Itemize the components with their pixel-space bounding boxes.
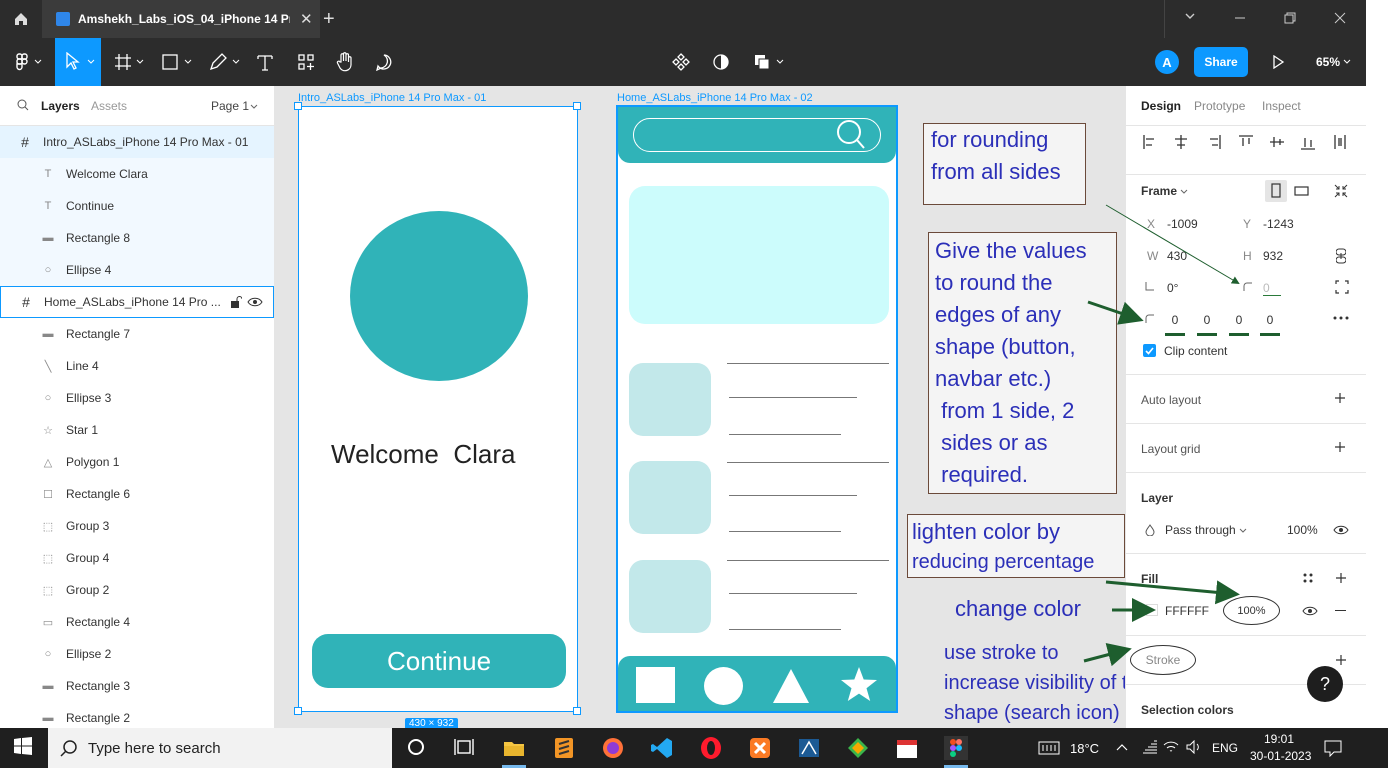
taskbar-search[interactable]: Type here to search bbox=[48, 728, 392, 768]
arrow bbox=[1105, 204, 1240, 285]
arrow bbox=[1083, 642, 1132, 667]
clock-time[interactable]: 19:01 bbox=[1264, 732, 1294, 746]
firefox-icon[interactable] bbox=[601, 736, 625, 760]
figma-icon[interactable] bbox=[944, 736, 968, 760]
cortana-icon[interactable] bbox=[405, 736, 429, 760]
app-icon[interactable] bbox=[846, 736, 870, 760]
language-indicator[interactable]: ENG bbox=[1212, 741, 1238, 755]
search-placeholder: Type here to search bbox=[88, 739, 221, 757]
sublime-icon[interactable] bbox=[552, 736, 576, 760]
app-icon[interactable] bbox=[797, 736, 821, 760]
annotation-arrows bbox=[1083, 204, 1240, 667]
vscode-icon[interactable] bbox=[650, 736, 674, 760]
weather-temp[interactable]: 18°C bbox=[1070, 741, 1099, 756]
task-view-icon[interactable] bbox=[453, 736, 477, 760]
wifi-icon[interactable] bbox=[1163, 740, 1179, 754]
weather-icon[interactable] bbox=[1038, 740, 1060, 756]
page-scrollbar[interactable] bbox=[1366, 38, 1388, 728]
chevron-up-icon[interactable] bbox=[1116, 742, 1128, 752]
network-icon[interactable] bbox=[1142, 740, 1158, 754]
clock-date[interactable]: 30-01-2023 bbox=[1250, 749, 1311, 763]
search-icon bbox=[60, 739, 78, 757]
opera-icon[interactable] bbox=[699, 736, 723, 760]
calendar-app-icon[interactable] bbox=[895, 736, 919, 760]
taskbar: Type here to search 18°C ENG 19:01 30-01… bbox=[0, 728, 1388, 768]
file-explorer-icon[interactable] bbox=[502, 736, 526, 760]
notifications-icon[interactable] bbox=[1324, 739, 1342, 757]
arrow bbox=[1105, 580, 1240, 605]
xampp-icon[interactable] bbox=[748, 736, 772, 760]
volume-icon[interactable] bbox=[1186, 740, 1202, 754]
windows-start-icon[interactable] bbox=[13, 736, 37, 760]
arrow bbox=[1087, 300, 1144, 325]
